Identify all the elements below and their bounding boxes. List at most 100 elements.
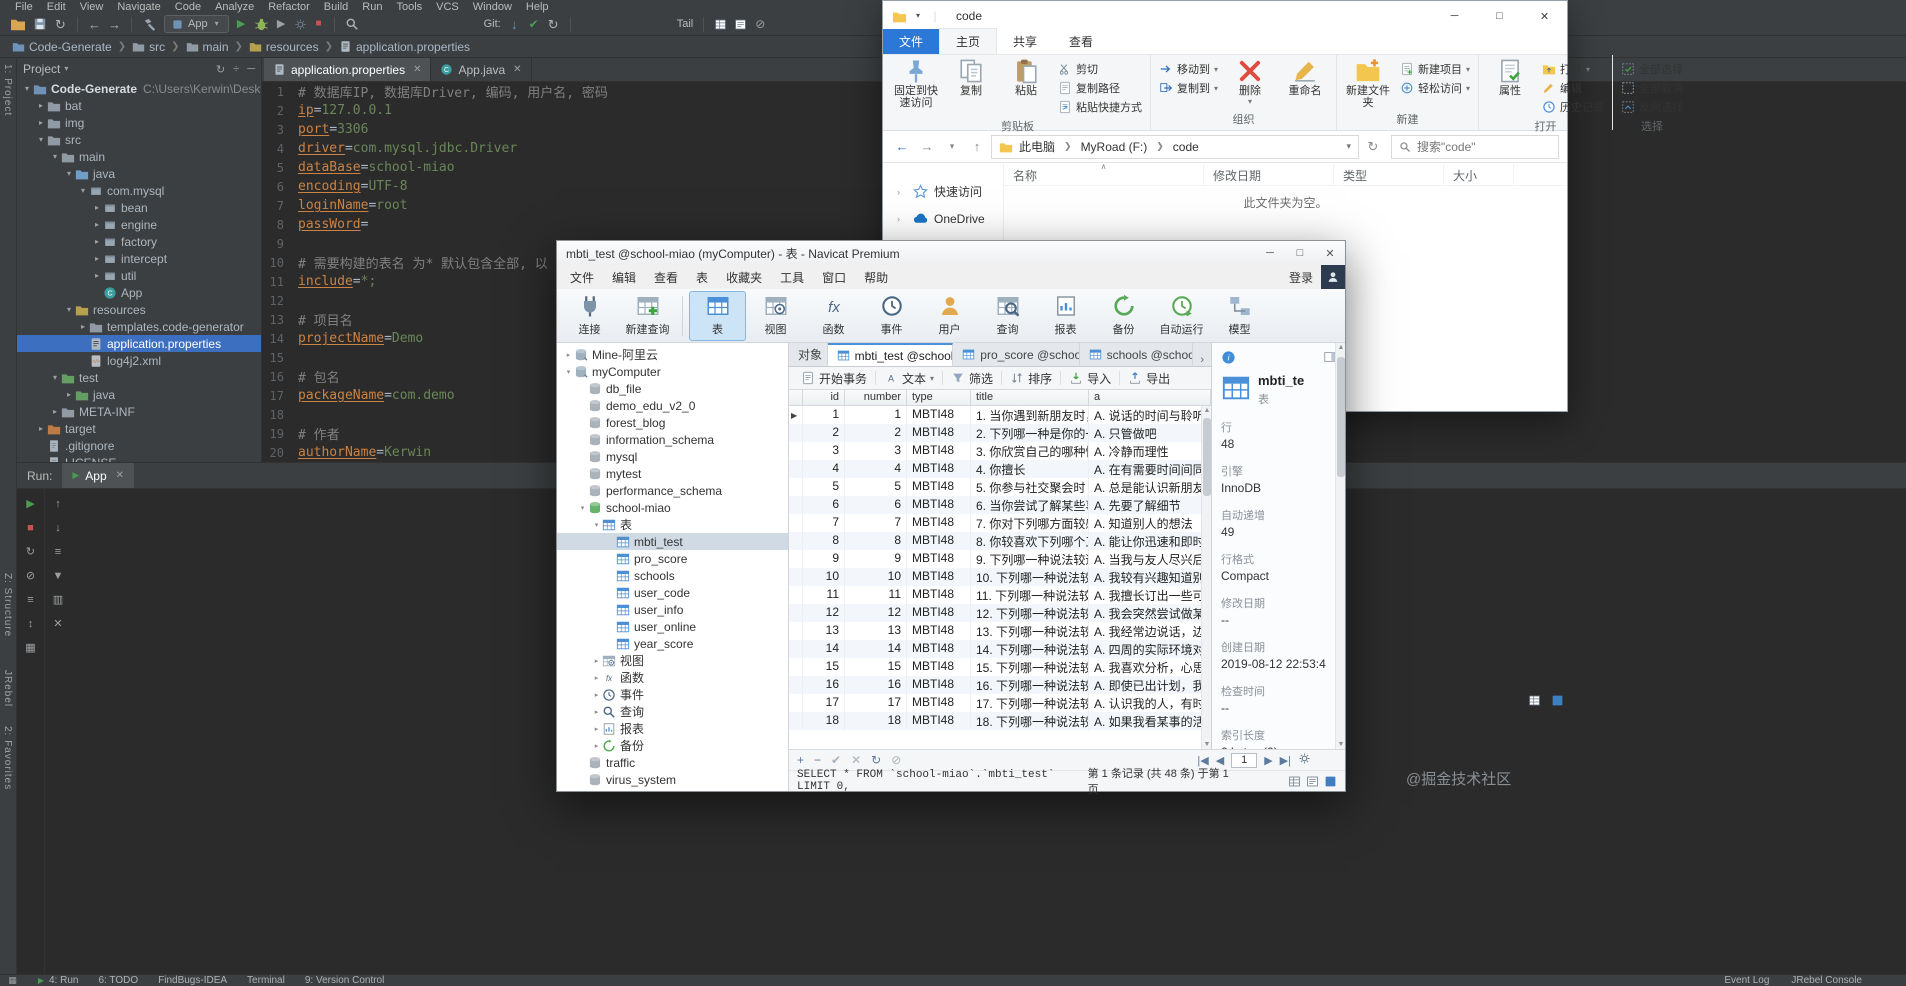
table-toolbar-导入[interactable]: 导入	[1061, 370, 1119, 387]
grid-row-11[interactable]: 1111MBTI4811. 下列哪一种说法较适合·A. 我擅长订出一些可行的	[789, 586, 1211, 604]
cell-id[interactable]: 1	[803, 406, 845, 424]
connection-tree-item-mbti_test[interactable]: mbti_test	[557, 533, 788, 550]
cell-number[interactable]: 12	[845, 604, 907, 622]
close-button[interactable]: ✕	[1315, 241, 1345, 265]
back-button[interactable]: ←	[891, 139, 913, 154]
restart-icon[interactable]: ↻	[25, 547, 36, 558]
breadcrumb-item-0[interactable]: Code-Generate	[12, 40, 112, 54]
cell-id[interactable]: 4	[803, 460, 845, 478]
cell-id[interactable]: 11	[803, 586, 845, 604]
grid-row-2[interactable]: 22MBTI482. 下列哪一种是你的一般生A. 只管做吧	[789, 424, 1211, 442]
connection-tree-item-mysql[interactable]: mysql	[557, 448, 788, 465]
project-tree-item[interactable]: ▾ src	[17, 131, 261, 148]
navicat-tool-连接[interactable]: 连接	[561, 291, 618, 341]
project-tree-item[interactable]: ▸ templates.code-generator	[17, 318, 261, 335]
tree-arrow-icon[interactable]: ▾	[63, 305, 75, 314]
column-header-3[interactable]: 大小	[1444, 164, 1514, 185]
project-tree-item[interactable]: ▸ java	[17, 386, 261, 403]
column-header-0[interactable]: ∧名称	[1004, 164, 1204, 185]
tree-arrow-icon[interactable]: ▾	[35, 135, 47, 144]
navicat-menu-item-4[interactable]: 收藏夹	[717, 269, 771, 286]
grid-row-7[interactable]: 77MBTI487. 你对下列哪方面较感兴趣A. 知道别人的想法	[789, 514, 1211, 532]
expand-all-icon[interactable]: ↕	[25, 619, 36, 630]
cell-a[interactable]: A. 只管做吧	[1089, 424, 1211, 442]
scroll-to-end-icon[interactable]: ▼	[53, 571, 64, 582]
grid-row-12[interactable]: 1212MBTI4812. 下列哪一种说法较适合·A. 我会突然尝试做某些事	[789, 604, 1211, 622]
grid-scrollbar[interactable]: ▲ ▼	[1201, 406, 1211, 749]
cell-title[interactable]: 7. 你对下列哪方面较感兴趣	[971, 514, 1089, 532]
project-tree-item[interactable]: .gitignore	[17, 437, 261, 454]
cell-id[interactable]: 17	[803, 694, 845, 712]
git-update-icon[interactable]: ↓	[508, 18, 521, 31]
cell-a[interactable]: A. 在有需要时间间同协	[1089, 460, 1211, 478]
forbid-icon[interactable]: ⊘	[754, 18, 766, 30]
cell-type[interactable]: MBTI48	[907, 406, 971, 424]
breadcrumb-item-4[interactable]: application.properties	[339, 40, 470, 54]
navicat-tool-视图[interactable]: 视图	[747, 291, 804, 341]
tree-arrow-icon[interactable]: ▸	[35, 424, 47, 433]
cell-number[interactable]: 3	[845, 442, 907, 460]
tree-arrow-icon[interactable]: ▸	[591, 742, 602, 750]
stop-icon[interactable]: ■	[314, 19, 324, 29]
close-icon[interactable]: ✕	[116, 470, 124, 481]
cell-a[interactable]: A. 我喜欢分析，心思缜密	[1089, 658, 1211, 676]
project-tree-item[interactable]: ▸ bat	[17, 97, 261, 114]
cell-id[interactable]: 7	[803, 514, 845, 532]
tree-arrow-icon[interactable]: ▸	[91, 237, 103, 246]
settings-icon[interactable]: ▦	[25, 643, 36, 654]
status-bar-item-3[interactable]: Terminal	[247, 975, 285, 986]
grid-column-title[interactable]: title	[971, 390, 1089, 405]
column-header-1[interactable]: 修改日期	[1204, 164, 1334, 185]
menu-item-8[interactable]: Run	[355, 1, 389, 13]
tree-arrow-icon[interactable]: ▸	[91, 220, 103, 229]
ribbon-button-新建文件夹[interactable]: 新建文件夹	[1342, 57, 1394, 109]
tree-arrow-icon[interactable]: ▸	[91, 203, 103, 212]
refresh-button[interactable]: ↻	[1362, 139, 1384, 155]
grid-row-18[interactable]: 1818MBTI4818. 下列哪一种说法较适合·A. 如果我看某事的活动，	[789, 712, 1211, 730]
connection-tree-item-pro_score[interactable]: pro_score	[557, 550, 788, 567]
cell-id[interactable]: 15	[803, 658, 845, 676]
cell-number[interactable]: 10	[845, 568, 907, 586]
grid-row-5[interactable]: 55MBTI485. 你参与社交聚会时A. 总是能认识新朋友	[789, 478, 1211, 496]
menu-item-12[interactable]: Help	[519, 1, 556, 13]
tree-arrow-icon[interactable]: ▾	[63, 169, 75, 178]
connection-tree-item-表[interactable]: ▾ 表	[557, 516, 788, 533]
cell-type[interactable]: MBTI48	[907, 460, 971, 478]
project-tree-item[interactable]: ▾ Code-Generate C:\Users\Kerwin\Desktop\…	[17, 80, 261, 97]
scroll-down-icon[interactable]: ▼	[1336, 741, 1345, 748]
table-toolbar-导出[interactable]: 导出	[1120, 370, 1178, 387]
menu-item-3[interactable]: Navigate	[110, 1, 167, 13]
cell-title[interactable]: 14. 下列哪一种说法较适合·	[971, 640, 1089, 658]
grid-row-14[interactable]: 1414MBTI4814. 下列哪一种说法较适合·A. 四周的实际环境对我很	[789, 640, 1211, 658]
close-icon[interactable]: ✕	[513, 64, 521, 75]
navicat-tool-自动运行[interactable]: 自动运行	[1153, 291, 1210, 341]
cell-number[interactable]: 5	[845, 478, 907, 496]
navicat-tool-报表[interactable]: 报表	[1037, 291, 1094, 341]
connection-tree-item-user_online[interactable]: user_online	[557, 618, 788, 635]
project-tree-item[interactable]: ▸ img	[17, 114, 261, 131]
last-record-icon[interactable]: ▶|	[1280, 754, 1291, 767]
status-bar-item-4[interactable]: 9: Version Control	[305, 975, 385, 986]
cell-title[interactable]: 2. 下列哪一种是你的一般生	[971, 424, 1089, 442]
cell-a[interactable]: A. 总是能认识新朋友	[1089, 478, 1211, 496]
grid-settings-icon[interactable]	[1298, 752, 1311, 768]
navicat-tool-模型[interactable]: 模型	[1211, 291, 1268, 341]
next-record-icon[interactable]: ▶	[1264, 754, 1272, 767]
grid-row-3[interactable]: 33MBTI483. 你欣赏自己的哪种性格?A. 冷静而理性	[789, 442, 1211, 460]
status-right-item-1[interactable]: JRebel Console	[1791, 975, 1862, 986]
connection-tree-item-demo_edu_v2_0[interactable]: demo_edu_v2_0	[557, 397, 788, 414]
cell-title[interactable]: 3. 你欣赏自己的哪种性格?	[971, 442, 1089, 460]
navicat-menu-item-3[interactable]: 表	[687, 269, 717, 286]
navicat-tool-函数[interactable]: fx函数	[805, 291, 862, 341]
cell-type[interactable]: MBTI48	[907, 622, 971, 640]
status-bar-item-2[interactable]: FindBugs-IDEA	[158, 975, 227, 986]
menu-item-0[interactable]: File	[8, 1, 40, 13]
grid-column-type[interactable]: type	[907, 390, 971, 405]
ribbon-button-复制路径[interactable]: 复制路径	[1055, 79, 1145, 97]
project-tree-item[interactable]: ▾ main	[17, 148, 261, 165]
cell-number[interactable]: 17	[845, 694, 907, 712]
back-icon[interactable]: ←	[88, 18, 101, 31]
tail-label[interactable]: Tail	[677, 18, 694, 30]
grid-row-4[interactable]: 44MBTI484. 你擅长A. 在有需要时间间同协	[789, 460, 1211, 478]
info-panel-scrollbar[interactable]: ▲ ▼	[1335, 343, 1345, 749]
